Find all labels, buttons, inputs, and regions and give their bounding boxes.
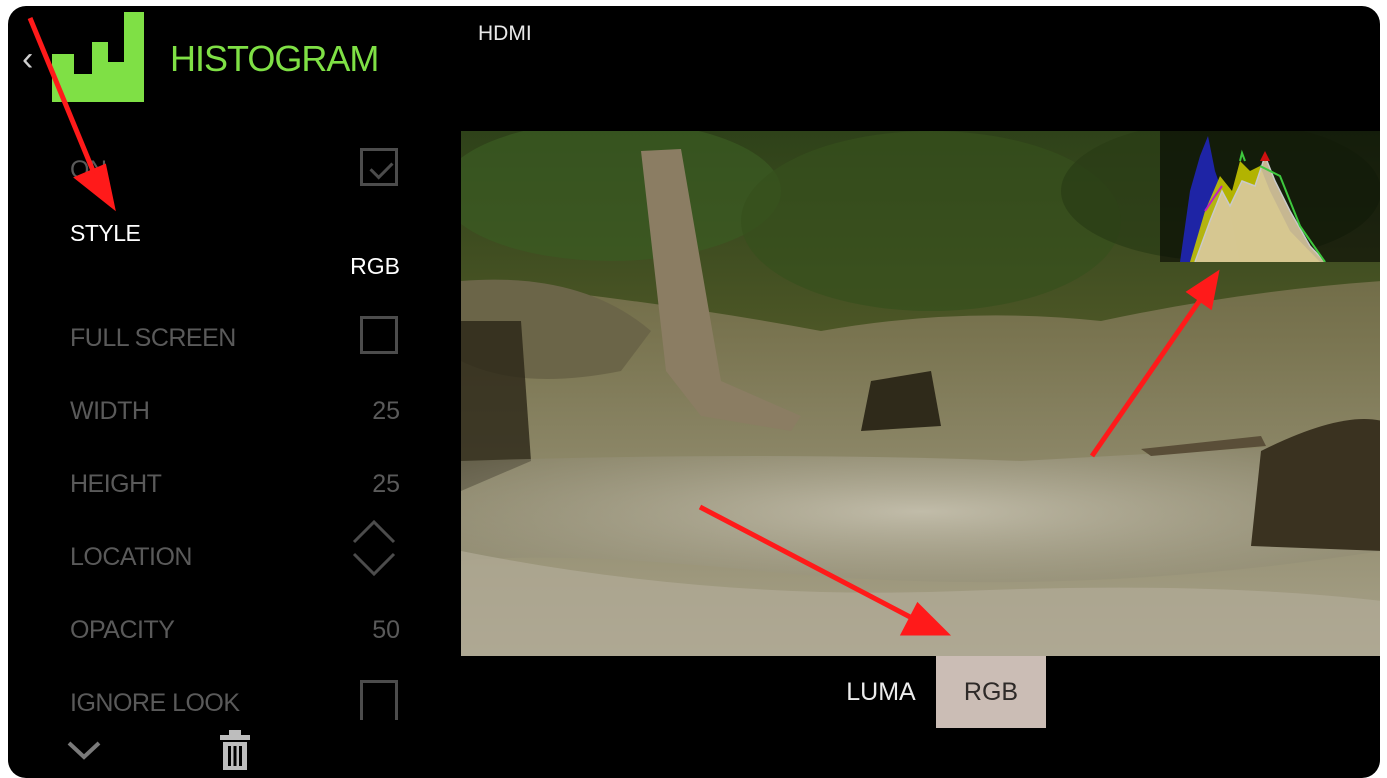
menu-ignore-look-label: IGNORE LOOK bbox=[70, 689, 240, 717]
chevron-left-icon[interactable]: ‹ bbox=[22, 42, 33, 76]
menu-width-label: WIDTH bbox=[70, 397, 150, 425]
menu-height-label: HEIGHT bbox=[70, 470, 162, 498]
histogram-overlay bbox=[1160, 131, 1380, 262]
full-screen-checkbox[interactable] bbox=[360, 316, 398, 354]
page-title: HISTOGRAM bbox=[170, 38, 379, 79]
menu-location-label: LOCATION bbox=[70, 543, 192, 571]
style-option-luma[interactable]: LUMA bbox=[826, 656, 936, 728]
histogram-logo-icon bbox=[52, 12, 144, 102]
monitor-screen: ‹ HISTOGRAM HDMI ON STYLE RGB FULL SCREE… bbox=[8, 6, 1380, 778]
opacity-value[interactable]: 50 bbox=[320, 616, 400, 645]
ignore-look-checkbox[interactable] bbox=[360, 680, 398, 720]
style-value[interactable]: RGB bbox=[320, 253, 400, 280]
trash-icon[interactable] bbox=[218, 730, 252, 770]
menu-opacity-label: OPACITY bbox=[70, 616, 175, 644]
height-value[interactable]: 25 bbox=[320, 470, 400, 499]
source-label: HDMI bbox=[478, 22, 532, 45]
width-value[interactable]: 25 bbox=[320, 397, 400, 426]
menu-on-label: ON bbox=[70, 156, 107, 184]
style-option-rgb[interactable]: RGB bbox=[936, 656, 1046, 728]
chevron-down-icon[interactable] bbox=[66, 738, 102, 762]
menu-full-screen-label: FULL SCREEN bbox=[70, 324, 236, 352]
checkmark-icon bbox=[369, 155, 394, 180]
move-diamond-icon[interactable] bbox=[346, 520, 402, 576]
menu-style-label[interactable]: STYLE bbox=[70, 220, 141, 247]
on-checkbox[interactable] bbox=[360, 148, 398, 186]
